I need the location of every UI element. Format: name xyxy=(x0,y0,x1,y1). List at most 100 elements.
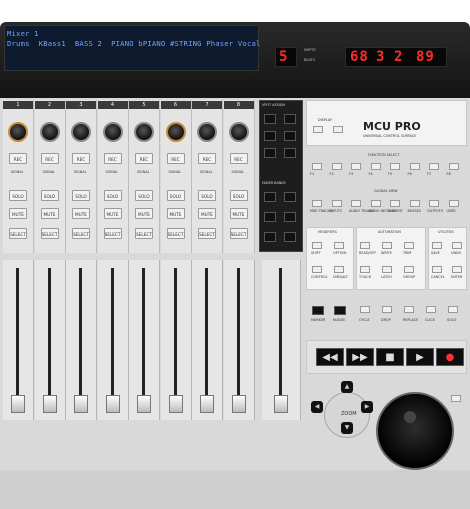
automation-key[interactable] xyxy=(382,242,392,249)
instrument-button[interactable] xyxy=(284,148,296,158)
rec-button[interactable]: REC xyxy=(229,153,248,164)
transport-mode-key[interactable] xyxy=(426,306,436,313)
flip-button[interactable] xyxy=(264,232,276,242)
channel-fader[interactable] xyxy=(231,395,246,413)
stop-button[interactable]: ■ xyxy=(376,348,404,366)
solo-button[interactable]: SOLO xyxy=(166,190,185,201)
rec-button[interactable]: REC xyxy=(166,153,185,164)
track-button[interactable] xyxy=(264,114,276,124)
select-button[interactable]: SELECT xyxy=(9,228,27,239)
scrub-button[interactable] xyxy=(451,395,461,402)
bank-right-button[interactable] xyxy=(284,192,296,202)
function-key[interactable] xyxy=(429,163,439,170)
channel-left-button[interactable] xyxy=(264,212,276,222)
rewind-button[interactable]: ◀◀ xyxy=(316,348,344,366)
rec-button[interactable]: REC xyxy=(198,153,216,164)
utility-key[interactable] xyxy=(452,266,462,273)
solo-button[interactable]: SOLO xyxy=(198,190,216,201)
transport-mode-key[interactable] xyxy=(382,306,392,313)
function-key[interactable] xyxy=(331,163,342,170)
jog-wheel[interactable] xyxy=(376,392,454,470)
global-view-key[interactable] xyxy=(409,200,420,207)
pan-surround-button[interactable] xyxy=(264,131,276,141)
rec-button[interactable]: REC xyxy=(9,153,27,164)
channel-fader[interactable] xyxy=(42,395,57,413)
mute-button[interactable]: MUTE xyxy=(72,208,90,219)
rec-button[interactable]: REC xyxy=(103,153,122,164)
select-button[interactable]: SELECT xyxy=(166,228,185,239)
select-button[interactable]: SELECT xyxy=(229,228,248,239)
solo-button[interactable]: SOLO xyxy=(72,190,90,201)
eq-button[interactable] xyxy=(264,148,276,158)
left-arrow-icon[interactable]: ◀ xyxy=(311,401,323,413)
function-key[interactable] xyxy=(312,163,322,170)
mute-button[interactable]: MUTE xyxy=(103,208,122,219)
vpot-knob[interactable] xyxy=(71,122,91,142)
mute-button[interactable]: MUTE xyxy=(229,208,248,219)
channel-right-button[interactable] xyxy=(284,212,296,222)
transport-mode-key[interactable] xyxy=(312,306,324,315)
vpot-knob[interactable] xyxy=(165,122,186,142)
channel-fader[interactable] xyxy=(168,395,183,413)
vpot-knob[interactable] xyxy=(8,122,28,142)
mute-button[interactable]: MUTE xyxy=(40,208,59,219)
transport-mode-key[interactable] xyxy=(360,306,370,313)
mute-button[interactable]: MUTE xyxy=(135,208,153,219)
record-button[interactable]: ● xyxy=(436,348,464,366)
send-button[interactable] xyxy=(284,114,296,124)
automation-key[interactable] xyxy=(382,266,392,273)
select-button[interactable]: SELECT xyxy=(103,228,122,239)
plug-in-button[interactable] xyxy=(284,131,296,141)
channel-fader[interactable] xyxy=(11,395,25,413)
channel-fader[interactable] xyxy=(200,395,214,413)
master-fader[interactable] xyxy=(274,395,288,413)
solo-button[interactable]: SOLO xyxy=(229,190,248,201)
global-view-key[interactable] xyxy=(390,200,400,207)
play-button[interactable]: ▶ xyxy=(406,348,434,366)
function-key[interactable] xyxy=(448,163,459,170)
down-arrow-icon[interactable]: ▼ xyxy=(341,422,353,434)
function-key[interactable] xyxy=(409,163,420,170)
vpot-knob[interactable] xyxy=(197,122,217,142)
select-button[interactable]: SELECT xyxy=(72,228,90,239)
global-view-key[interactable] xyxy=(312,200,322,207)
solo-button[interactable]: SOLO xyxy=(9,190,27,201)
transport-mode-key[interactable] xyxy=(404,306,414,313)
automation-key[interactable] xyxy=(360,266,370,273)
utility-key[interactable] xyxy=(432,242,442,249)
up-arrow-icon[interactable]: ▲ xyxy=(341,381,353,393)
modifier-key[interactable] xyxy=(312,242,322,249)
function-key[interactable] xyxy=(351,163,361,170)
rec-button[interactable]: REC xyxy=(40,153,59,164)
mute-button[interactable]: MUTE xyxy=(9,208,27,219)
fast-forward-button[interactable]: ▶▶ xyxy=(346,348,374,366)
bank-left-button[interactable] xyxy=(264,192,276,202)
automation-key[interactable] xyxy=(360,242,370,249)
utility-key[interactable] xyxy=(452,242,462,249)
global-view-key[interactable] xyxy=(370,200,381,207)
vpot-knob[interactable] xyxy=(102,122,123,142)
name-value-button[interactable] xyxy=(313,126,323,133)
global-view-key[interactable] xyxy=(351,200,361,207)
smpte-beats-button[interactable] xyxy=(333,126,343,133)
solo-button[interactable]: SOLO xyxy=(135,190,153,201)
vpot-knob[interactable] xyxy=(39,122,60,142)
mute-button[interactable]: MUTE xyxy=(166,208,185,219)
modifier-key[interactable] xyxy=(312,266,322,273)
function-key[interactable] xyxy=(390,163,400,170)
select-button[interactable]: SELECT xyxy=(198,228,216,239)
channel-fader[interactable] xyxy=(105,395,120,413)
function-key[interactable] xyxy=(370,163,381,170)
rec-button[interactable]: REC xyxy=(72,153,90,164)
global-view-key[interactable] xyxy=(448,200,459,207)
global-view-key[interactable] xyxy=(429,200,439,207)
vpot-knob[interactable] xyxy=(228,122,249,142)
automation-key[interactable] xyxy=(404,266,414,273)
channel-fader[interactable] xyxy=(74,395,88,413)
utility-key[interactable] xyxy=(432,266,442,273)
select-button[interactable]: SELECT xyxy=(40,228,59,239)
mute-button[interactable]: MUTE xyxy=(198,208,216,219)
transport-mode-key[interactable] xyxy=(334,306,346,315)
global-view-button[interactable] xyxy=(284,232,296,242)
solo-button[interactable]: SOLO xyxy=(40,190,59,201)
